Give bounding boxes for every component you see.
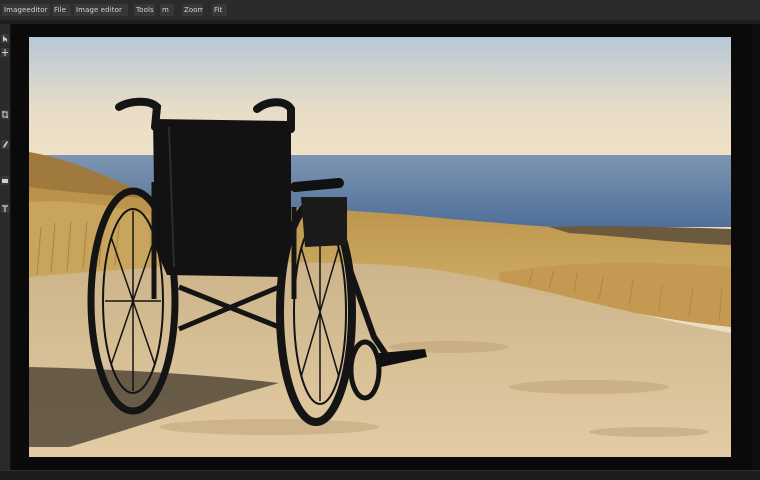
- canvas-area[interactable]: [11, 24, 760, 470]
- menu-item-fit[interactable]: Fit: [212, 4, 227, 16]
- menu-bar: Imageeditor File Image editor Tools m Zo…: [0, 0, 760, 21]
- menu-item-file[interactable]: File: [52, 4, 71, 16]
- status-bar: [0, 470, 760, 480]
- photo-wheelchair-hillside: [29, 37, 731, 457]
- menu-item-zoom[interactable]: Zoom: [182, 4, 203, 16]
- move-icon[interactable]: [1, 48, 9, 57]
- image-editor-window: Imageeditor File Image editor Tools m Zo…: [0, 0, 760, 480]
- menu-item-m[interactable]: m: [160, 4, 174, 16]
- eraser-icon[interactable]: [1, 176, 9, 185]
- text-icon[interactable]: [1, 204, 9, 213]
- tool-strip: [0, 24, 11, 470]
- menu-item-tools[interactable]: Tools: [134, 4, 155, 16]
- select-icon[interactable]: [1, 34, 9, 43]
- right-panel-edge: [752, 24, 760, 470]
- brush-icon[interactable]: [1, 140, 9, 149]
- menu-item-image-editor[interactable]: Image editor: [74, 4, 128, 16]
- crop-icon[interactable]: [1, 110, 9, 119]
- menu-item-imageeditor[interactable]: Imageeditor: [2, 4, 50, 16]
